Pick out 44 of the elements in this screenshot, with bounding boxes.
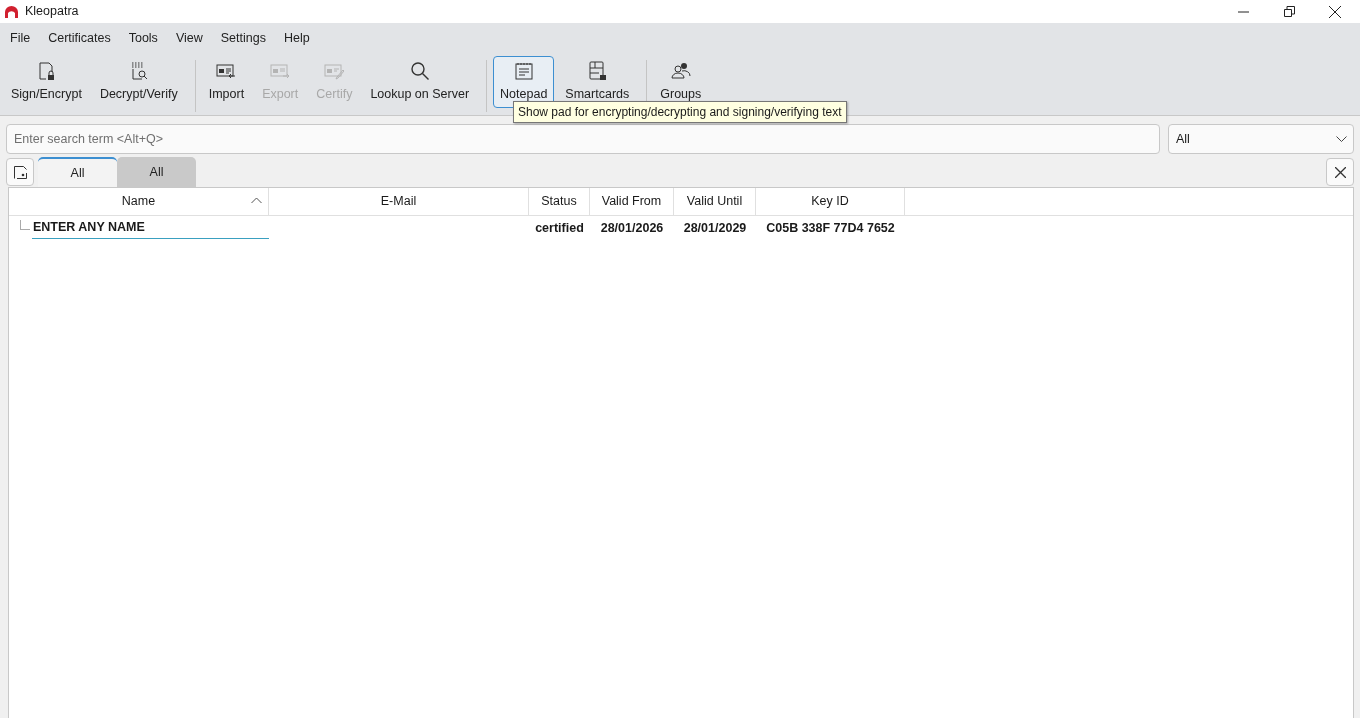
card-pen-icon [324, 61, 345, 81]
toolbar-button[interactable]: Notepad [493, 56, 555, 108]
minimize-icon [1237, 10, 1249, 13]
close-icon [1329, 5, 1341, 18]
card-export-icon [270, 61, 291, 81]
table-cell: C05B 338F 77D4 7652 [766, 220, 895, 235]
tooltip: Show pad for encrypting/decrypting and signing/verifying text [513, 101, 847, 123]
toolbar-button[interactable]: Decrypt/Verify [92, 56, 185, 108]
column-header[interactable]: Key ID [756, 188, 905, 215]
table-cell: 28/01/2026 [600, 220, 664, 235]
tab[interactable]: All [117, 157, 196, 187]
card-lock-icon [587, 61, 608, 81]
toolbar-button[interactable]: Sign/Encrypt [4, 56, 89, 108]
menu-item[interactable]: Help [277, 26, 316, 50]
menu-item[interactable]: File [4, 26, 37, 50]
table-cell: 28/01/2029 [683, 220, 747, 235]
menu-item[interactable]: Certificates [42, 26, 117, 50]
table-cell: certified [535, 220, 584, 235]
people-icon [670, 61, 691, 81]
chevron-down-icon [1336, 136, 1347, 142]
window-title: Kleopatra [25, 3, 79, 21]
menu-item[interactable]: Settings [214, 26, 272, 50]
filter-dropdown[interactable]: All [1168, 124, 1354, 154]
search-icon [409, 61, 430, 81]
column-header[interactable]: Valid From [590, 188, 674, 215]
card-import-icon [216, 61, 237, 81]
menu-item[interactable]: Tools [122, 26, 164, 50]
menu-item[interactable]: View [169, 26, 209, 50]
column-header[interactable]: Name [9, 188, 269, 215]
toolbar-button[interactable]: Import [201, 56, 252, 108]
search-field[interactable]: Enter search term <Alt+Q> [6, 124, 1160, 154]
name-cell[interactable]: ENTER ANY NAME [31, 217, 269, 239]
column-header[interactable]: Status [529, 188, 590, 215]
toolbar-button[interactable]: Lookup on Server [363, 56, 477, 108]
column-header[interactable]: Valid Until [674, 188, 756, 215]
column-header[interactable]: E-Mail [269, 188, 529, 215]
app-logo-icon [4, 4, 19, 19]
file-lock-icon [36, 61, 57, 81]
close-icon [1334, 166, 1346, 178]
notepad-icon [513, 61, 534, 81]
close-tab-button[interactable] [1326, 158, 1354, 186]
new-tab-icon [13, 165, 27, 179]
restore-icon [1283, 6, 1295, 17]
new-tab-button[interactable] [6, 158, 34, 186]
